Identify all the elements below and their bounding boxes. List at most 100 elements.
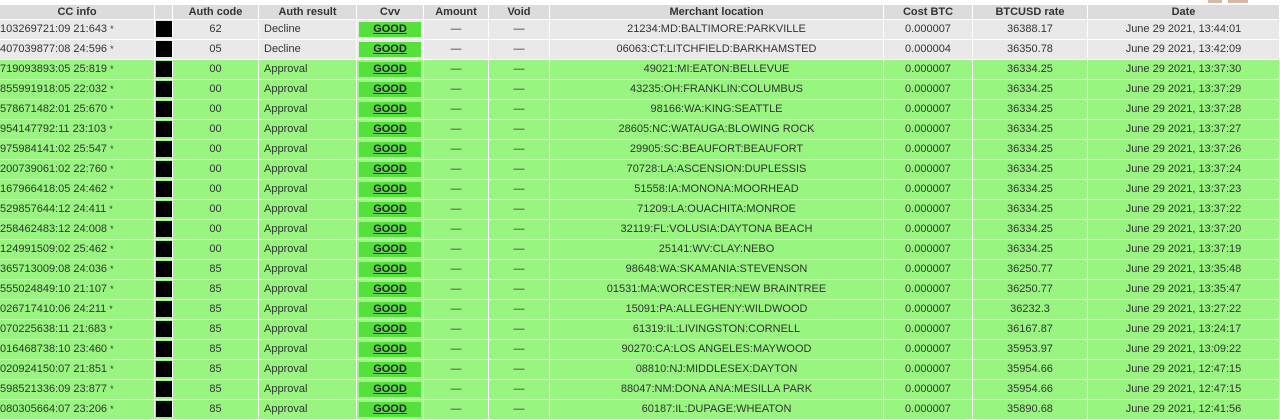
void-cell[interactable]: — bbox=[489, 200, 550, 220]
auth-result-cell: Approval bbox=[259, 360, 357, 380]
cvv-good-badge[interactable]: GOOD bbox=[359, 81, 421, 97]
date-cell: June 29 2021, 13:37:29 bbox=[1088, 80, 1280, 100]
cvv-good-badge[interactable]: GOOD bbox=[359, 221, 421, 237]
amount-cell: — bbox=[424, 200, 489, 220]
btcusd-rate-cell: 36350.78 bbox=[973, 40, 1088, 60]
cc-info-cell: 954147792:11 23:103 * bbox=[0, 120, 155, 140]
cvv-good-badge[interactable]: GOOD bbox=[359, 261, 421, 277]
table-row[interactable]: 200739061:02 22:760 * 00 Approval GOOD — —7072… bbox=[0, 160, 1280, 180]
btcusd-rate-cell: 36334.25 bbox=[973, 160, 1088, 180]
cvv-good-badge[interactable]: GOOD bbox=[359, 341, 421, 357]
table-row[interactable]: 167966418:05 24:462 * 00 Approval GOOD — —5155… bbox=[0, 180, 1280, 200]
amount-cell: — bbox=[424, 360, 489, 380]
auth-code-cell: 00 bbox=[173, 120, 259, 140]
void-cell[interactable]: — bbox=[489, 80, 550, 100]
table-row[interactable]: 026717410:06 24:211 * 85 Approval GOOD — —1509… bbox=[0, 300, 1280, 320]
btcusd-rate-cell: 36334.25 bbox=[973, 120, 1088, 140]
redacted-cell bbox=[155, 80, 173, 100]
btcusd-rate-cell: 36334.25 bbox=[973, 180, 1088, 200]
void-cell[interactable]: — bbox=[489, 320, 550, 340]
cc-info-text: 365713009:08 24:036 bbox=[0, 263, 108, 275]
cvv-good-badge[interactable]: GOOD bbox=[359, 241, 421, 257]
cvv-good-badge[interactable]: GOOD bbox=[359, 101, 421, 117]
void-cell[interactable]: — bbox=[489, 240, 550, 260]
table-row[interactable]: 365713009:08 24:036 * 85 Approval GOOD — —9864… bbox=[0, 260, 1280, 280]
table-row[interactable]: 578671482:01 25:670 * 00 Approval GOOD — —9816… bbox=[0, 100, 1280, 120]
table-row[interactable]: 103269721:09 21:643 * 62 Decline GOOD — —21234… bbox=[0, 20, 1280, 40]
redacted-cell bbox=[155, 120, 173, 140]
table-row[interactable]: 598521336:09 23:877 * 85 Approval GOOD — —8804… bbox=[0, 380, 1280, 400]
cost-btc-cell: 0.000007 bbox=[884, 380, 973, 400]
redacted-block bbox=[155, 141, 172, 158]
void-cell[interactable]: — bbox=[489, 100, 550, 120]
void-cell[interactable]: — bbox=[489, 400, 550, 420]
cvv-good-badge[interactable]: GOOD bbox=[359, 201, 421, 217]
void-cell[interactable]: — bbox=[489, 60, 550, 80]
btcusd-rate-cell: 35954.66 bbox=[973, 360, 1088, 380]
cvv-good-badge[interactable]: GOOD bbox=[359, 301, 421, 317]
table-row[interactable]: 529857644:12 24:411 * 00 Approval GOOD — —7120… bbox=[0, 200, 1280, 220]
column-header-date[interactable]: Date bbox=[1088, 5, 1280, 20]
table-row[interactable]: 016468738:10 23:460 * 85 Approval GOOD — —9027… bbox=[0, 340, 1280, 360]
column-header-amount[interactable]: Amount bbox=[424, 5, 489, 20]
void-cell[interactable]: — bbox=[489, 180, 550, 200]
void-cell[interactable]: — bbox=[489, 220, 550, 240]
void-cell[interactable]: — bbox=[489, 120, 550, 140]
cc-info-star: * bbox=[110, 44, 114, 54]
btcusd-rate-cell: 36334.25 bbox=[973, 240, 1088, 260]
column-header-merchant-location[interactable]: Merchant location bbox=[550, 5, 884, 20]
void-cell[interactable]: — bbox=[489, 160, 550, 180]
cvv-good-badge[interactable]: GOOD bbox=[359, 21, 421, 37]
cvv-good-badge[interactable]: GOOD bbox=[359, 381, 421, 397]
cvv-good-badge[interactable]: GOOD bbox=[359, 401, 421, 417]
cvv-good-badge[interactable]: GOOD bbox=[359, 281, 421, 297]
void-cell[interactable]: — bbox=[489, 40, 550, 60]
table-row[interactable]: 719093893:05 25:819 * 00 Approval GOOD — —4902… bbox=[0, 60, 1280, 80]
cvv-good-badge[interactable]: GOOD bbox=[359, 181, 421, 197]
btcusd-rate-cell: 35953.97 bbox=[973, 340, 1088, 360]
cvv-good-badge[interactable]: GOOD bbox=[359, 141, 421, 157]
column-header-cost-btc[interactable]: Cost BTC bbox=[884, 5, 973, 20]
column-header-void[interactable]: Void bbox=[489, 5, 550, 20]
void-cell[interactable]: — bbox=[489, 380, 550, 400]
void-cell[interactable]: — bbox=[489, 140, 550, 160]
cvv-good-badge[interactable]: GOOD bbox=[359, 121, 421, 137]
cc-info-star: * bbox=[110, 404, 114, 414]
table-row[interactable]: 080305664:07 23:206 * 85 Approval GOOD — —6018… bbox=[0, 400, 1280, 420]
column-header-cvv[interactable]: Cvv bbox=[357, 5, 424, 20]
void-cell[interactable]: — bbox=[489, 280, 550, 300]
cvv-good-badge[interactable]: GOOD bbox=[359, 361, 421, 377]
column-header-auth-code[interactable]: Auth code bbox=[173, 5, 259, 20]
cost-btc-cell: 0.000007 bbox=[884, 220, 973, 240]
void-cell[interactable]: — bbox=[489, 360, 550, 380]
cvv-good-badge[interactable]: GOOD bbox=[359, 321, 421, 337]
void-cell[interactable]: — bbox=[489, 300, 550, 320]
cvv-good-badge[interactable]: GOOD bbox=[359, 161, 421, 177]
btcusd-rate-cell: 36167.87 bbox=[973, 320, 1088, 340]
table-row[interactable]: 975984141:02 25:547 * 00 Approval GOOD — —2990… bbox=[0, 140, 1280, 160]
cvv-cell: GOOD bbox=[357, 380, 424, 400]
cvv-good-badge[interactable]: GOOD bbox=[359, 41, 421, 57]
cc-info-text: 855991918:05 22:032 bbox=[0, 83, 108, 95]
table-row[interactable]: 407039877:08 24:596 * 05 Decline GOOD — —06063… bbox=[0, 40, 1280, 60]
amount-cell: — bbox=[424, 380, 489, 400]
column-header-auth-result[interactable]: Auth result bbox=[259, 5, 357, 20]
table-row[interactable]: 954147792:11 23:103 * 00 Approval GOOD — —2860… bbox=[0, 120, 1280, 140]
table-row[interactable]: 258462483:12 24:008 * 00 Approval GOOD — —3211… bbox=[0, 220, 1280, 240]
cost-btc-cell: 0.000007 bbox=[884, 360, 973, 380]
table-row[interactable]: 070225638:11 21:683 * 85 Approval GOOD — —6131… bbox=[0, 320, 1280, 340]
column-header-btcusd-rate[interactable]: BTCUSD rate bbox=[973, 5, 1088, 20]
table-row[interactable]: 020924150:07 21:851 * 85 Approval GOOD — —0881… bbox=[0, 360, 1280, 380]
table-row[interactable]: 855991918:05 22:032 * 00 Approval GOOD — —4323… bbox=[0, 80, 1280, 100]
void-cell[interactable]: — bbox=[489, 260, 550, 280]
redacted-block bbox=[155, 241, 172, 258]
void-cell[interactable]: — bbox=[489, 20, 550, 40]
column-header-cc-info[interactable]: CC info bbox=[0, 5, 155, 20]
cc-info-text: 954147792:11 23:103 bbox=[0, 123, 107, 135]
cvv-good-badge[interactable]: GOOD bbox=[359, 61, 421, 77]
merchant-location-cell: 49021:MI:EATON:BELLEVUE bbox=[550, 60, 884, 80]
void-cell[interactable]: — bbox=[489, 340, 550, 360]
cost-btc-cell: 0.000007 bbox=[884, 80, 973, 100]
table-row[interactable]: 555024849:10 21:107 * 85 Approval GOOD — —0153… bbox=[0, 280, 1280, 300]
table-row[interactable]: 124991509:02 25:462 * 00 Approval GOOD — —2514… bbox=[0, 240, 1280, 260]
